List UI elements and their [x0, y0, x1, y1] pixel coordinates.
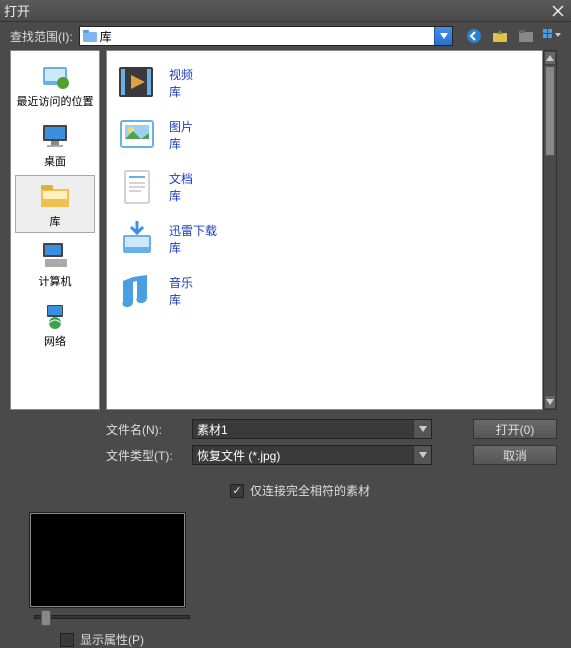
link-matching-checkbox[interactable]: ✓	[230, 484, 244, 498]
filetype-value: 恢复文件 (*.jpg)	[197, 447, 280, 464]
sidebar-item-label: 最近访问的位置	[17, 93, 94, 109]
computer-icon	[39, 239, 71, 271]
item-name: 迅雷下载	[169, 222, 217, 239]
scroll-thumb[interactable]	[545, 66, 555, 156]
documents-library-icon	[115, 165, 159, 209]
scroll-down-button[interactable]	[544, 395, 556, 409]
up-button[interactable]	[491, 27, 509, 45]
sidebar-item-network[interactable]: 网络	[15, 295, 95, 353]
back-button[interactable]	[465, 27, 483, 45]
open-button[interactable]: 打开(0)	[473, 419, 557, 439]
item-type: 库	[169, 83, 193, 100]
download-library-icon	[115, 217, 159, 261]
sidebar-item-label: 桌面	[44, 153, 66, 169]
item-type: 库	[169, 135, 193, 152]
chevron-down-icon[interactable]	[413, 420, 431, 438]
slider-thumb[interactable]	[41, 610, 51, 626]
pictures-library-icon	[115, 113, 159, 157]
places-sidebar: 最近访问的位置 桌面 库 计算机 网络	[10, 50, 100, 410]
music-library-icon	[115, 269, 159, 313]
libraries-icon	[39, 179, 71, 211]
sidebar-item-desktop[interactable]: 桌面	[15, 115, 95, 173]
view-menu-button[interactable]	[543, 27, 561, 45]
lookin-value: 库	[100, 28, 112, 45]
link-matching-label: 仅连接完全相符的素材	[250, 482, 370, 499]
cancel-button[interactable]: 取消	[473, 445, 557, 465]
item-type: 库	[169, 291, 193, 308]
desktop-icon	[39, 119, 71, 151]
item-name: 音乐	[169, 274, 193, 291]
folder-icon	[82, 28, 98, 44]
new-folder-button[interactable]	[517, 27, 535, 45]
preview-slider[interactable]	[34, 615, 190, 619]
lookin-label: 查找范围(I):	[10, 28, 73, 45]
recent-icon	[39, 59, 71, 91]
sidebar-item-recent[interactable]: 最近访问的位置	[15, 55, 95, 113]
video-library-icon	[115, 61, 159, 105]
item-name: 视频	[169, 66, 193, 83]
item-type: 库	[169, 187, 193, 204]
filename-label: 文件名(N):	[106, 421, 186, 438]
filename-input[interactable]: 素材1	[192, 419, 432, 439]
close-button[interactable]	[549, 3, 567, 19]
list-item[interactable]: 音乐 库	[113, 265, 536, 317]
item-name: 文档	[169, 170, 193, 187]
sidebar-item-label: 计算机	[39, 273, 72, 289]
preview-pane	[30, 513, 185, 607]
dialog-title: 打开	[4, 1, 30, 20]
file-list[interactable]: 视频 库 图片 库 文档 库	[106, 50, 543, 410]
list-item[interactable]: 图片 库	[113, 109, 536, 161]
filetype-label: 文件类型(T):	[106, 447, 186, 464]
list-item[interactable]: 迅雷下载 库	[113, 213, 536, 265]
filename-value: 素材1	[197, 421, 228, 438]
filetype-dropdown[interactable]: 恢复文件 (*.jpg)	[192, 445, 432, 465]
scrollbar[interactable]	[543, 50, 557, 410]
item-type: 库	[169, 239, 217, 256]
list-item[interactable]: 视频 库	[113, 57, 536, 109]
sidebar-item-libraries[interactable]: 库	[15, 175, 95, 233]
lookin-dropdown[interactable]: 库	[79, 26, 453, 46]
show-properties-checkbox[interactable]	[60, 633, 74, 647]
sidebar-item-computer[interactable]: 计算机	[15, 235, 95, 293]
list-item[interactable]: 文档 库	[113, 161, 536, 213]
dropdown-arrow-icon[interactable]	[434, 27, 452, 45]
chevron-down-icon[interactable]	[413, 446, 431, 464]
sidebar-item-label: 库	[50, 213, 61, 229]
item-name: 图片	[169, 118, 193, 135]
scroll-up-button[interactable]	[544, 51, 556, 65]
show-properties-label: 显示属性(P)	[80, 631, 144, 648]
sidebar-item-label: 网络	[44, 333, 66, 349]
network-icon	[39, 299, 71, 331]
